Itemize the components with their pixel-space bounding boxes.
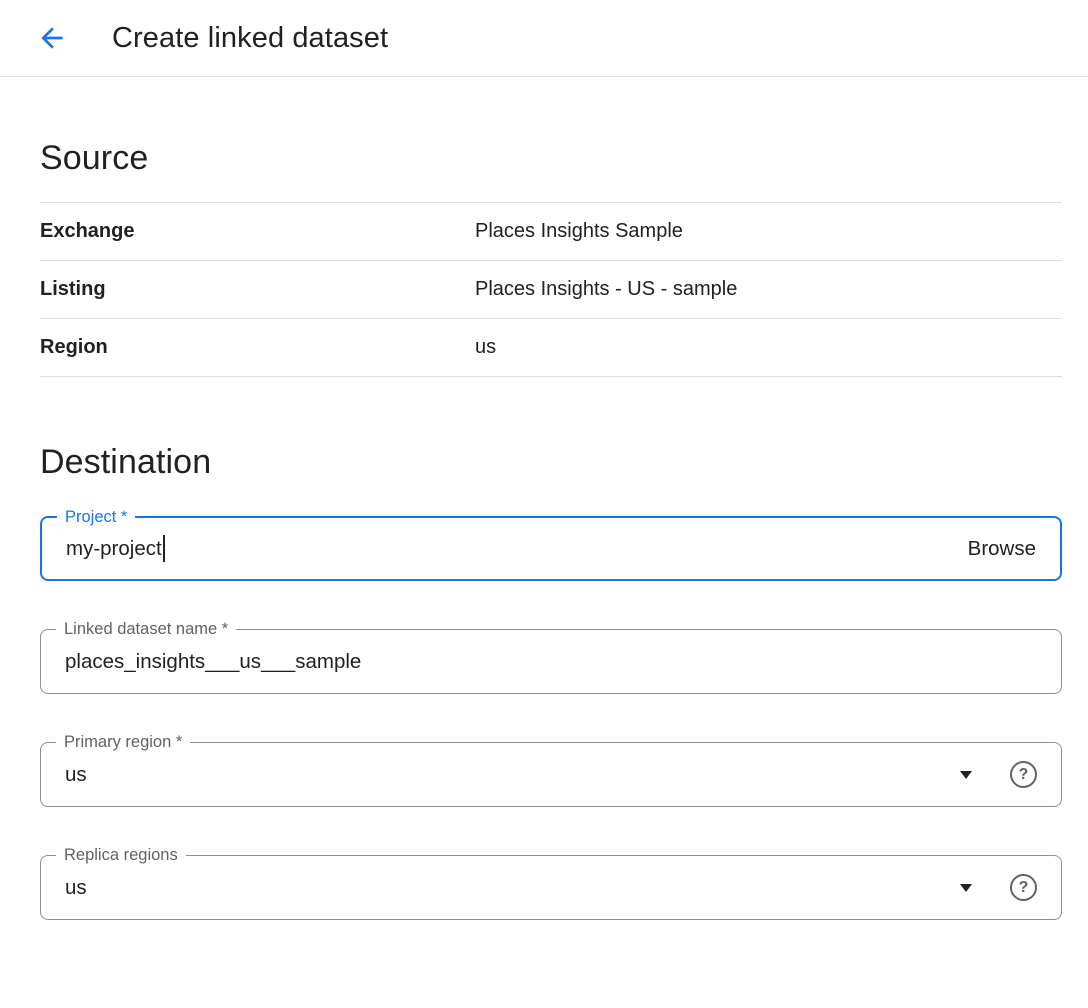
arrow-back-icon: [36, 22, 68, 54]
chevron-down-icon[interactable]: [960, 884, 972, 892]
table-row-listing: Listing Places Insights - US - sample: [40, 261, 1062, 319]
page-title: Create linked dataset: [112, 22, 388, 55]
back-button[interactable]: [28, 14, 76, 62]
create-linked-dataset-page: Create linked dataset Source Exchange Pl…: [0, 0, 1088, 1008]
listing-value: Places Insights - US - sample: [475, 278, 737, 301]
linked-dataset-name-input[interactable]: places_insights___us___sample: [65, 650, 361, 674]
linked-dataset-name-field[interactable]: Linked dataset name * places_insights___…: [40, 629, 1062, 694]
primary-region-label: Primary region *: [56, 732, 190, 752]
project-input[interactable]: my-project: [66, 537, 162, 561]
exchange-value: Places Insights Sample: [475, 220, 683, 243]
project-field[interactable]: Project * my-project Browse: [40, 516, 1062, 581]
primary-region-value: us: [65, 763, 87, 787]
destination-heading: Destination: [40, 443, 1062, 482]
main-content: Source Exchange Places Insights Sample L…: [0, 139, 1088, 1008]
exchange-label: Exchange: [40, 220, 475, 243]
listing-label: Listing: [40, 278, 475, 301]
table-row-region: Region us: [40, 319, 1062, 377]
replica-regions-label: Replica regions: [56, 845, 186, 865]
replica-regions-value: us: [65, 876, 87, 900]
browse-button[interactable]: Browse: [968, 537, 1036, 561]
replica-regions-field[interactable]: Replica regions us ?: [40, 855, 1062, 920]
region-value: us: [475, 336, 496, 359]
table-row-exchange: Exchange Places Insights Sample: [40, 203, 1062, 261]
primary-region-field[interactable]: Primary region * us ?: [40, 742, 1062, 807]
project-field-label: Project *: [57, 507, 135, 527]
region-label: Region: [40, 336, 475, 359]
help-icon[interactable]: ?: [1010, 761, 1037, 788]
source-heading: Source: [40, 139, 1062, 178]
header: Create linked dataset: [0, 0, 1088, 77]
help-icon[interactable]: ?: [1010, 874, 1037, 901]
linked-dataset-name-label: Linked dataset name *: [56, 619, 236, 639]
text-cursor: [163, 535, 165, 562]
source-table: Exchange Places Insights Sample Listing …: [40, 202, 1062, 377]
chevron-down-icon[interactable]: [960, 771, 972, 779]
